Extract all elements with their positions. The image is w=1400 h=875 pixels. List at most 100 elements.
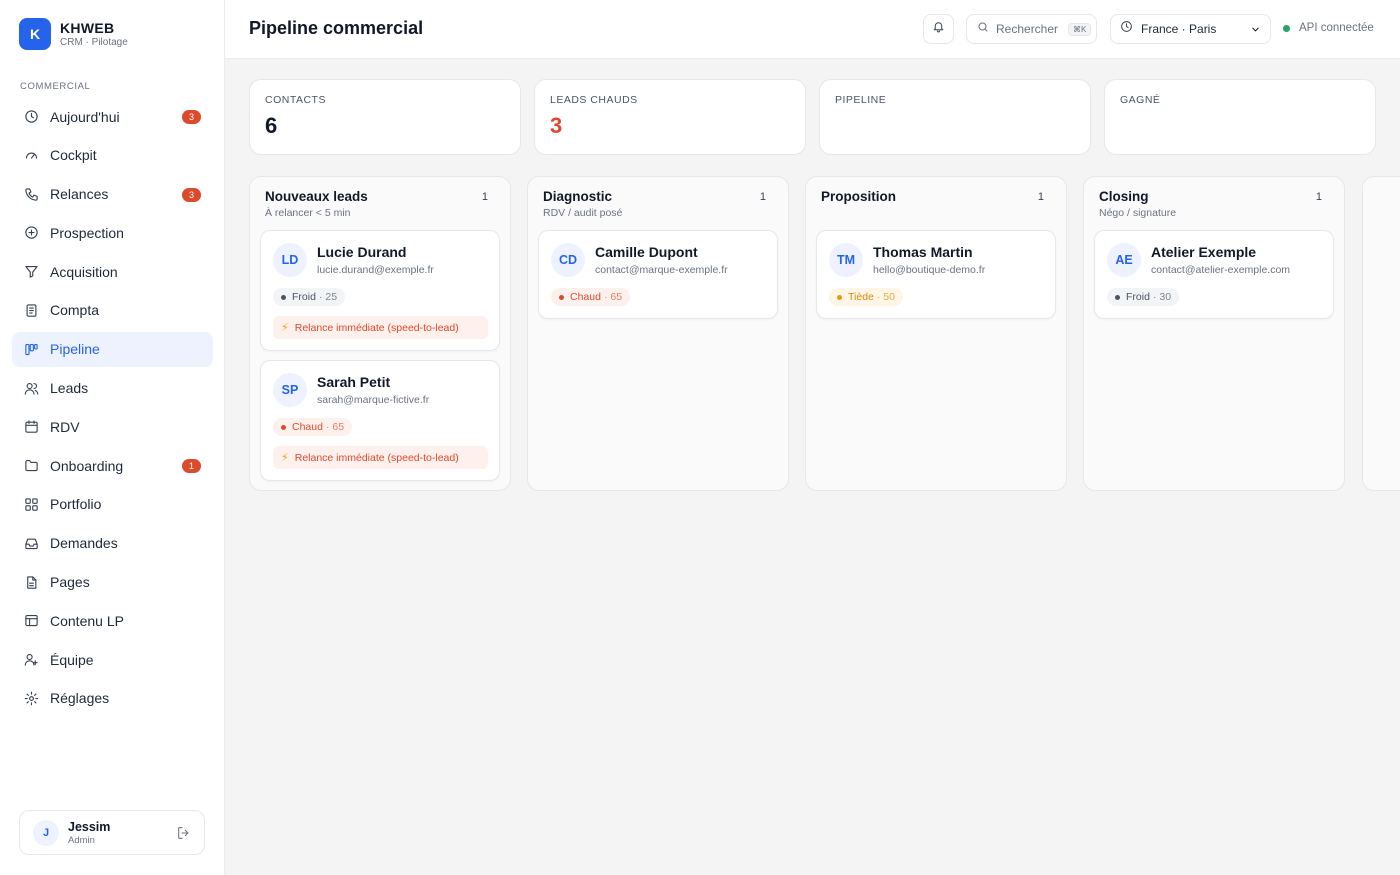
sidebar-item-portfolio[interactable]: Portfolio bbox=[12, 487, 213, 522]
stat-card-pipeline: PIPELINE bbox=[819, 79, 1091, 155]
plus-circle-icon bbox=[24, 225, 39, 240]
avatar: TM bbox=[829, 243, 863, 277]
search-shortcut: ⌘K bbox=[1068, 22, 1092, 36]
sidebar-item-relances[interactable]: Relances 3 bbox=[12, 177, 213, 212]
lead-email: sarah@marque-fictive.fr bbox=[317, 394, 430, 406]
avatar: CD bbox=[551, 243, 585, 277]
temperature-dot bbox=[1115, 294, 1120, 300]
sidebar-item-acquisition[interactable]: Acquisition bbox=[12, 254, 213, 289]
lead-card[interactable]: LD Lucie Durand lucie.durand@exemple.fr … bbox=[260, 230, 500, 351]
bolt-icon: ⚡ bbox=[281, 322, 289, 334]
kanban-icon bbox=[24, 342, 39, 357]
lead-score: · 65 bbox=[325, 421, 345, 433]
column-title: Diagnostic bbox=[543, 189, 613, 204]
region-value: France · Paris bbox=[1141, 22, 1217, 36]
kanban-column-closing: Closing Négo / signature 1 AE Atelier Ex… bbox=[1083, 176, 1345, 491]
sidebar-item-label: Compta bbox=[50, 302, 100, 319]
brand-logo: K bbox=[19, 18, 51, 50]
temperature-label: Tiède bbox=[848, 291, 874, 303]
lead-score: · 50 bbox=[876, 291, 895, 303]
sidebar-item-equipe[interactable]: Équipe bbox=[12, 642, 213, 677]
stat-card-leads-chauds: LEADS CHAUDS 3 bbox=[534, 79, 806, 155]
kanban-column-nouveaux-leads: Nouveaux leads À relancer < 5 min 1 LD L… bbox=[249, 176, 511, 491]
column-title: Nouveaux leads bbox=[265, 189, 368, 204]
notifications-button[interactable] bbox=[923, 14, 954, 44]
search-box[interactable]: ⌘K bbox=[966, 14, 1097, 44]
sidebar-item-onboarding[interactable]: Onboarding 1 bbox=[12, 448, 213, 483]
sidebar-item-prospection[interactable]: Prospection bbox=[12, 215, 213, 250]
temperature-badge: Froid · 30 bbox=[1107, 288, 1180, 306]
lead-score: · 30 bbox=[1152, 291, 1172, 303]
temperature-badge: Tiède · 50 bbox=[829, 288, 903, 306]
api-status: API connectée bbox=[1283, 22, 1374, 34]
region-select[interactable]: France · Paris bbox=[1110, 14, 1271, 44]
logout-icon[interactable] bbox=[176, 825, 192, 841]
sidebar-item-label: Prospection bbox=[50, 224, 124, 241]
gear-icon bbox=[24, 691, 39, 706]
lead-card[interactable]: SP Sarah Petit sarah@marque-fictive.fr C… bbox=[260, 360, 500, 481]
kanban-column-diagnostic: Diagnostic RDV / audit posé 1 CD Camille… bbox=[527, 176, 789, 491]
notification-badge: 1 bbox=[182, 459, 201, 474]
sidebar-item-label: Demandes bbox=[50, 535, 118, 552]
sidebar-item-demandes[interactable]: Demandes bbox=[12, 526, 213, 561]
sidebar-item-aujourdhui[interactable]: Aujourd'hui 3 bbox=[12, 99, 213, 134]
sidebar-item-pipeline[interactable]: Pipeline bbox=[12, 331, 213, 367]
sidebar-item-label: Pipeline bbox=[50, 341, 100, 358]
relance-label: Relance immédiate (speed-to-lead) bbox=[294, 321, 459, 334]
brand[interactable]: K KHWEB CRM · Pilotage bbox=[19, 18, 128, 50]
sidebar-item-compta[interactable]: Compta bbox=[12, 293, 213, 328]
file-icon bbox=[24, 575, 39, 590]
stat-label: GAGNÉ bbox=[1120, 94, 1161, 106]
sidebar-item-leads[interactable]: Leads bbox=[12, 371, 213, 406]
temperature-label: Chaud bbox=[292, 421, 323, 433]
lead-name: Camille Dupont bbox=[595, 244, 698, 260]
column-count: 1 bbox=[759, 191, 766, 203]
notification-badge: 3 bbox=[182, 187, 201, 202]
lead-email: hello@boutique-demo.fr bbox=[873, 264, 986, 276]
lead-card[interactable]: AE Atelier Exemple contact@atelier-exemp… bbox=[1094, 230, 1334, 319]
lead-email: contact@marque-exemple.fr bbox=[595, 264, 728, 276]
sidebar-item-label: Leads bbox=[50, 380, 89, 397]
lead-email: lucie.durand@exemple.fr bbox=[317, 264, 434, 276]
avatar: J bbox=[33, 819, 59, 846]
temperature-badge: Chaud · 65 bbox=[273, 418, 353, 436]
gauge-icon bbox=[24, 148, 39, 163]
sidebar-item-pages[interactable]: Pages bbox=[12, 565, 213, 600]
bell-icon bbox=[932, 20, 945, 38]
temperature-label: Froid bbox=[1126, 291, 1150, 303]
lead-name: Atelier Exemple bbox=[1151, 244, 1257, 260]
relance-alert[interactable]: ⚡ Relance immédiate (speed-to-lead) bbox=[273, 316, 488, 339]
phone-icon bbox=[24, 187, 39, 202]
search-icon bbox=[977, 20, 989, 38]
sidebar-item-label: Réglages bbox=[50, 690, 110, 707]
status-dot bbox=[1283, 24, 1290, 32]
team-icon bbox=[24, 652, 39, 667]
lead-name: Sarah Petit bbox=[317, 374, 391, 390]
sidebar-item-label: Cockpit bbox=[50, 147, 97, 164]
sidebar-item-contenu-lp[interactable]: Contenu LP bbox=[12, 603, 213, 638]
calendar-icon bbox=[24, 419, 39, 434]
temperature-dot bbox=[837, 294, 842, 300]
sidebar-item-reglages[interactable]: Réglages bbox=[12, 681, 213, 716]
search-input[interactable] bbox=[996, 22, 1068, 36]
user-card[interactable]: J Jessim Admin bbox=[19, 810, 205, 855]
stat-value: 6 bbox=[265, 113, 278, 138]
api-status-label: API connectée bbox=[1299, 22, 1374, 34]
sidebar-item-rdv[interactable]: RDV bbox=[12, 409, 213, 444]
clock-icon bbox=[1120, 20, 1133, 38]
lead-email: contact@atelier-exemple.com bbox=[1151, 264, 1291, 276]
folder-icon bbox=[24, 458, 39, 473]
layout-icon bbox=[24, 613, 39, 628]
funnel-icon bbox=[24, 264, 39, 279]
relance-alert[interactable]: ⚡ Relance immédiate (speed-to-lead) bbox=[273, 446, 488, 469]
clock-icon bbox=[24, 109, 39, 124]
temperature-label: Chaud bbox=[570, 291, 601, 303]
sidebar-item-label: Pages bbox=[50, 574, 90, 591]
lead-card[interactable]: CD Camille Dupont contact@marque-exemple… bbox=[538, 230, 778, 319]
inbox-icon bbox=[24, 536, 39, 551]
sidebar-item-cockpit[interactable]: Cockpit bbox=[12, 138, 213, 173]
nav-section-label: COMMERCIAL bbox=[20, 81, 91, 92]
lead-card[interactable]: TM Thomas Martin hello@boutique-demo.fr … bbox=[816, 230, 1056, 319]
kanban-column-proposition: Proposition 1 TM Thomas Martin hello@bou… bbox=[805, 176, 1067, 491]
column-count: 1 bbox=[481, 191, 488, 203]
